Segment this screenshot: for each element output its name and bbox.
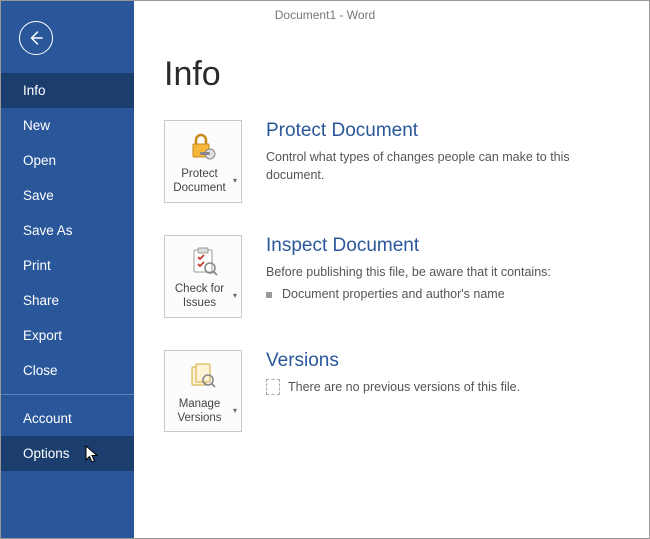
backstage-view: Document1 - Word Info New Open Save Save…	[0, 0, 650, 539]
page-title: Info	[164, 55, 649, 94]
sidebar-item-close[interactable]: Close	[1, 353, 134, 388]
sidebar-separator	[1, 394, 134, 395]
sidebar-item-save[interactable]: Save	[1, 178, 134, 213]
sidebar-item-options[interactable]: Options	[1, 436, 134, 471]
manage-versions-button[interactable]: Manage Versions▾	[164, 350, 242, 433]
cursor-icon	[85, 445, 101, 465]
lock-icon	[186, 129, 220, 163]
sidebar-item-print[interactable]: Print	[1, 248, 134, 283]
sidebar-item-save-as[interactable]: Save As	[1, 213, 134, 248]
manage-versions-label: Manage Versions	[169, 397, 230, 426]
sidebar-item-export[interactable]: Export	[1, 318, 134, 353]
protect-title: Protect Document	[266, 120, 629, 142]
inspect-title: Inspect Document	[266, 235, 629, 257]
back-button[interactable]	[19, 21, 53, 55]
versions-title: Versions	[266, 350, 629, 372]
main-panel: Info Protect Document▾ Protect Document	[134, 1, 649, 538]
protect-document-button[interactable]: Protect Document▾	[164, 120, 242, 203]
documents-icon	[186, 359, 220, 393]
sidebar-item-open[interactable]: Open	[1, 143, 134, 178]
chevron-down-icon: ▾	[233, 406, 237, 416]
sidebar: Info New Open Save Save As Print Share E…	[1, 1, 134, 538]
sidebar-item-info[interactable]: Info	[1, 73, 134, 108]
inspect-section: Check for Issues▾ Inspect Document Befor…	[164, 235, 649, 318]
versions-section: Manage Versions▾ Versions There are no p…	[164, 350, 649, 433]
protect-desc: Control what types of changes people can…	[266, 148, 629, 184]
sidebar-item-account[interactable]: Account	[1, 401, 134, 436]
sidebar-item-share[interactable]: Share	[1, 283, 134, 318]
check-issues-label: Check for Issues	[169, 282, 230, 311]
chevron-down-icon: ▾	[233, 291, 237, 301]
protect-button-label: Protect Document	[169, 167, 230, 196]
file-icon	[266, 379, 280, 395]
inspect-desc: Before publishing this file, be aware th…	[266, 263, 629, 281]
inspect-item: Document properties and author's name	[266, 285, 629, 303]
check-for-issues-button[interactable]: Check for Issues▾	[164, 235, 242, 318]
arrow-left-icon	[27, 29, 45, 47]
sidebar-item-label: Options	[23, 446, 70, 461]
checklist-icon	[186, 244, 220, 278]
sidebar-item-new[interactable]: New	[1, 108, 134, 143]
protect-section: Protect Document▾ Protect Document Contr…	[164, 120, 649, 203]
chevron-down-icon: ▾	[233, 176, 237, 186]
versions-desc: There are no previous versions of this f…	[266, 378, 629, 396]
